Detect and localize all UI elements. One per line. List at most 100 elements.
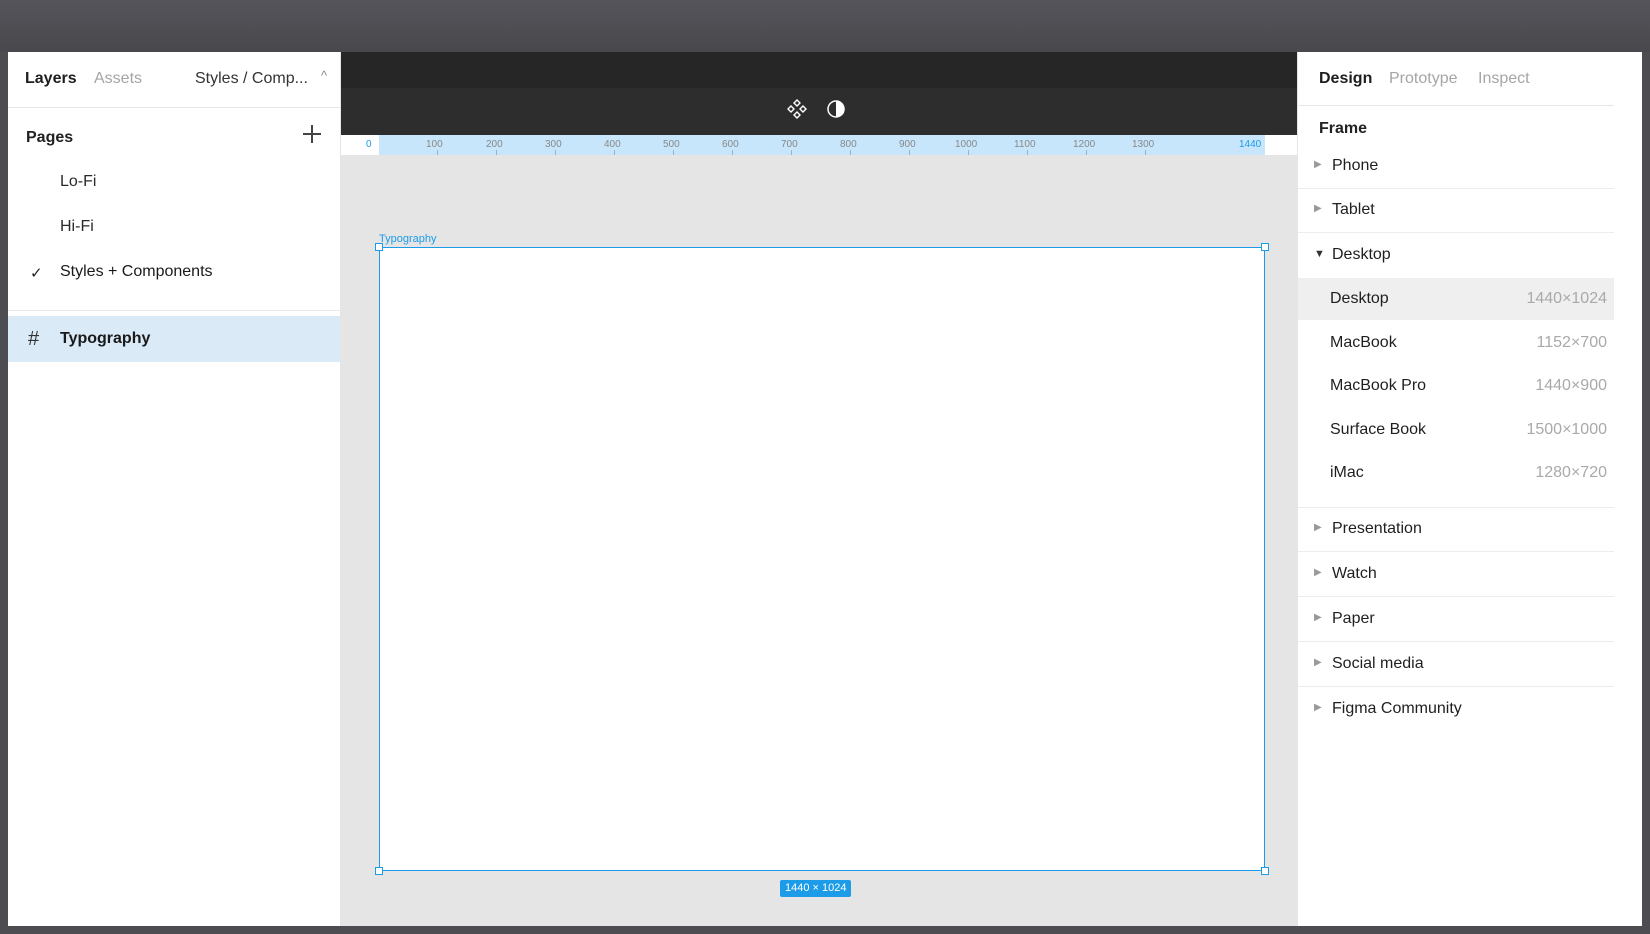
resize-handle-top-right[interactable] (1261, 243, 1269, 251)
ruler-label: 100 (426, 139, 443, 150)
category-label: Figma Community (1332, 700, 1462, 717)
ruler-label: 600 (722, 139, 739, 150)
preset-name: iMac (1330, 464, 1364, 481)
checkmark-icon: ✓ (30, 265, 43, 282)
app-title-strip (0, 0, 1650, 52)
right-panel-tabs: Design Prototype Inspect (1298, 52, 1614, 106)
ruler-tick (850, 150, 851, 155)
caret-right-icon: ▶ (1314, 522, 1322, 533)
tab-inspect[interactable]: Inspect (1478, 70, 1530, 88)
preset-name: Desktop (1330, 290, 1389, 307)
right-panel-gutter (1614, 52, 1642, 926)
tab-assets[interactable]: Assets (94, 70, 142, 88)
preset-size: 1500×1000 (1526, 421, 1607, 438)
ruler-tick (496, 150, 497, 155)
category-label: Watch (1332, 565, 1377, 582)
layer-row-typography[interactable]: # Typography (8, 316, 340, 362)
category-presentation[interactable]: ▶ Presentation (1298, 508, 1615, 552)
component-icon[interactable] (786, 98, 808, 120)
resize-handle-top-left[interactable] (375, 243, 383, 251)
preset-name: MacBook (1330, 334, 1397, 351)
ruler-label: 1000 (955, 139, 978, 150)
ruler-label: 1100 (1014, 139, 1036, 150)
contrast-icon[interactable] (825, 98, 847, 120)
preset-surface-book[interactable]: Surface Book 1500×1000 (1298, 409, 1615, 451)
category-figma-community[interactable]: ▶ Figma Community (1298, 688, 1615, 732)
pages-heading: Pages (26, 129, 74, 146)
ruler-end-label: 1440 (1239, 139, 1262, 150)
ruler-label: 500 (663, 139, 680, 150)
category-label: Paper (1332, 610, 1375, 627)
resize-handle-bottom-right[interactable] (1261, 867, 1269, 875)
canvas-top-bar (341, 52, 1297, 88)
page-item-lo-fi[interactable]: Lo-Fi (60, 173, 96, 191)
ruler-tick (1086, 150, 1087, 155)
canvas-toolbar (341, 88, 1297, 135)
category-phone[interactable]: ▶ Phone (1298, 145, 1615, 189)
category-label: Social media (1332, 655, 1424, 672)
frame-section-heading: Frame (1319, 120, 1368, 137)
pages-divider (8, 310, 341, 311)
frame-hash-icon: # (28, 328, 40, 350)
page-item-hi-fi[interactable]: Hi-Fi (60, 218, 94, 236)
caret-right-icon: ▶ (1314, 702, 1322, 713)
ruler-tick (555, 150, 556, 155)
ruler-label: 300 (545, 139, 562, 150)
ruler-tick (968, 150, 969, 155)
ruler-label: 700 (781, 139, 798, 150)
ruler-label: 900 (899, 139, 916, 150)
caret-right-icon: ▶ (1314, 159, 1322, 170)
ruler-tick (1027, 150, 1028, 155)
tab-prototype[interactable]: Prototype (1389, 70, 1457, 88)
horizontal-ruler: 0 100 200 300 400 500 600 700 800 900 10… (341, 135, 1297, 155)
category-tablet[interactable]: ▶ Tablet (1298, 189, 1615, 233)
typography-frame[interactable] (379, 247, 1265, 871)
caret-right-icon: ▶ (1314, 567, 1322, 578)
category-label: Tablet (1332, 201, 1375, 218)
category-watch[interactable]: ▶ Watch (1298, 553, 1615, 597)
ruler-label: 400 (604, 139, 621, 150)
window-edge (1642, 52, 1650, 926)
category-label: Desktop (1332, 246, 1391, 263)
caret-down-icon: ▼ (1314, 248, 1325, 260)
ruler-label: 1300 (1132, 139, 1155, 150)
category-social-media[interactable]: ▶ Social media (1298, 643, 1615, 687)
add-page-icon[interactable] (302, 124, 322, 144)
page-selector[interactable]: Styles / Comp... (195, 70, 308, 88)
canvas[interactable]: 0 100 200 300 400 500 600 700 800 900 10… (341, 52, 1297, 926)
caret-right-icon: ▶ (1314, 612, 1322, 623)
figma-window: Layers Assets Styles / Comp... ^ Pages L… (8, 52, 1642, 926)
caret-right-icon: ▶ (1314, 203, 1322, 214)
category-desktop[interactable]: ▼ Desktop (1298, 234, 1615, 278)
tab-design[interactable]: Design (1319, 70, 1372, 88)
preset-imac[interactable]: iMac 1280×720 (1298, 452, 1615, 508)
ruler-tick (673, 150, 674, 155)
preset-size: 1440×900 (1535, 377, 1607, 394)
resize-handle-bottom-left[interactable] (375, 867, 383, 875)
caret-right-icon: ▶ (1314, 657, 1322, 668)
preset-name: MacBook Pro (1330, 377, 1427, 394)
ruler-label: 800 (840, 139, 857, 150)
left-panel: Layers Assets Styles / Comp... ^ Pages L… (8, 52, 341, 926)
preset-desktop[interactable]: Desktop 1440×1024 (1298, 278, 1615, 320)
preset-macbook[interactable]: MacBook 1152×700 (1298, 322, 1615, 364)
preset-macbook-pro[interactable]: MacBook Pro 1440×900 (1298, 365, 1615, 407)
preset-name: Surface Book (1330, 421, 1427, 438)
ruler-tick (1145, 150, 1146, 155)
preset-size: 1440×1024 (1526, 290, 1607, 307)
ruler-tick (791, 150, 792, 155)
ruler-start-label: 0 (366, 139, 372, 150)
category-paper[interactable]: ▶ Paper (1298, 598, 1615, 642)
frame-name-label[interactable]: Typography (379, 233, 436, 245)
category-label: Presentation (1332, 520, 1422, 537)
page-item-styles-components[interactable]: Styles + Components (60, 263, 213, 281)
layer-label: Typography (60, 330, 151, 347)
chevron-up-icon[interactable]: ^ (321, 68, 327, 83)
tab-layers[interactable]: Layers (25, 70, 77, 88)
right-panel: Design Prototype Inspect Frame ▶ Phone ▶… (1297, 52, 1615, 926)
left-panel-tabs: Layers Assets Styles / Comp... ^ (8, 52, 340, 108)
ruler-tick (732, 150, 733, 155)
preset-size: 1152×700 (1536, 334, 1607, 351)
ruler-tick (437, 150, 438, 155)
ruler-label: 1200 (1073, 139, 1096, 150)
